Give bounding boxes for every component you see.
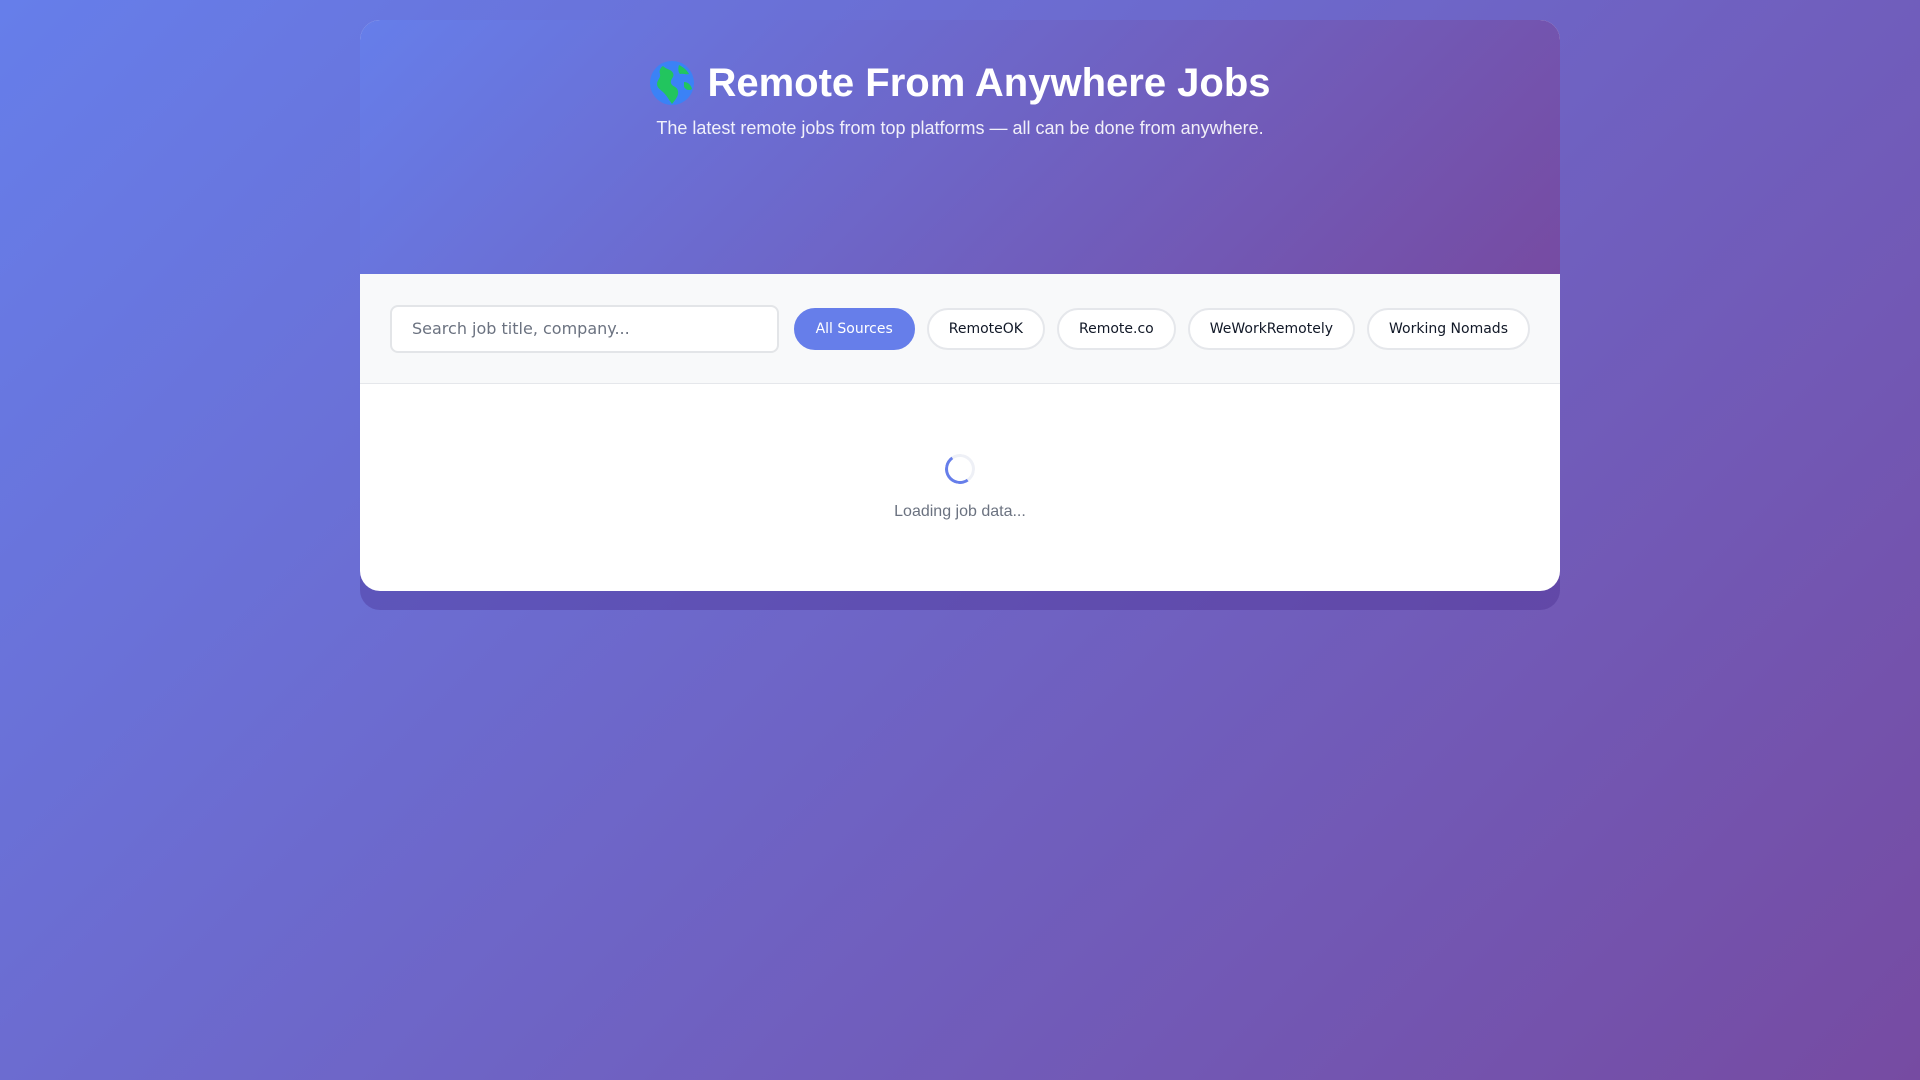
globe-icon (649, 60, 695, 106)
page-subtitle: The latest remote jobs from top platform… (656, 118, 1264, 138)
filter-working-nomads-button[interactable]: Working Nomads (1367, 307, 1530, 350)
filter-remoteok-button[interactable]: RemoteOK (926, 307, 1045, 350)
search-input[interactable] (390, 304, 779, 353)
main-card: Remote From Anywhere Jobs The latest rem… (360, 20, 1560, 591)
page-title: Remote From Anywhere Jobs (360, 60, 1560, 106)
hero-header: Remote From Anywhere Jobs The latest rem… (360, 20, 1560, 274)
page-title-text: Remote From Anywhere Jobs (707, 61, 1271, 105)
filter-toolbar: All Sources RemoteOK Remote.co WeWorkRem… (360, 274, 1560, 384)
loading-text: Loading job data... (894, 503, 1026, 520)
filter-remoteco-button[interactable]: Remote.co (1056, 307, 1176, 350)
filter-all-sources-button[interactable]: All Sources (793, 307, 915, 350)
job-list-loading: Loading job data... (360, 384, 1560, 521)
filter-weworkremotely-button[interactable]: WeWorkRemotely (1187, 307, 1355, 350)
spinner-icon (942, 451, 978, 487)
